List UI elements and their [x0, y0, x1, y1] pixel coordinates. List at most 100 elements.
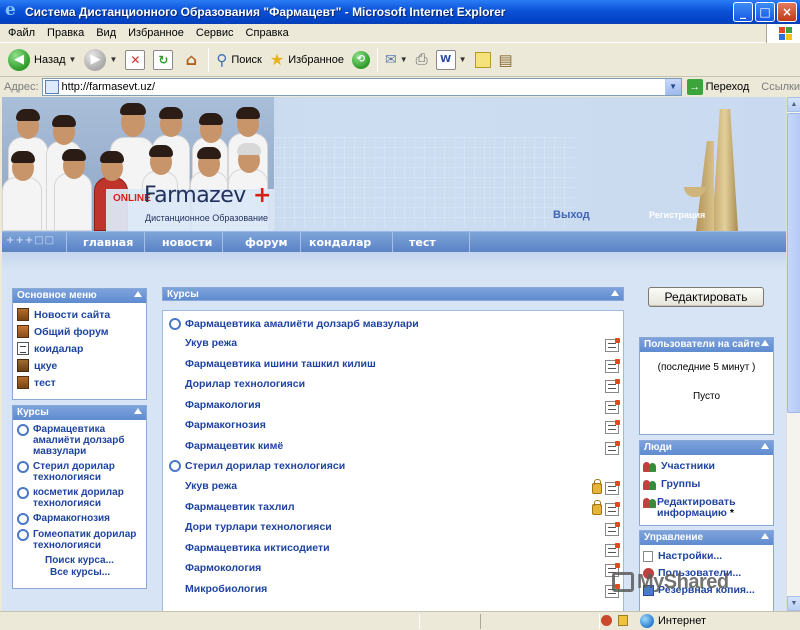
nav-test[interactable]: тест [392, 232, 470, 253]
course-link[interactable]: Фармакогнозия [17, 513, 144, 525]
go-arrow-icon: → [686, 79, 703, 95]
minimize-button[interactable]: _ [733, 2, 753, 22]
participants-link[interactable]: Участники [643, 461, 771, 473]
chevron-down-icon[interactable]: ▼ [69, 55, 77, 64]
maximize-button[interactable]: □ [755, 2, 775, 22]
toolbar: ◀ Назад ▼ ▶ ▼ ✕ ↻ ⌂ ⚲ Поиск ★ Избранное … [0, 43, 800, 77]
menu-view[interactable]: Вид [90, 27, 122, 39]
edit-icon[interactable] [605, 441, 620, 455]
privacy-icon[interactable] [601, 615, 612, 626]
window-title-bar[interactable]: Система Дистанционного Образования "Фарм… [0, 0, 800, 24]
home-button[interactable]: ⌂ [177, 46, 205, 74]
nav-guidelines[interactable]: кондалар [300, 232, 392, 253]
course-item[interactable]: Укув режа [185, 480, 237, 492]
forward-button[interactable]: ▶ ▼ [80, 46, 121, 74]
chevron-down-icon[interactable]: ▼ [109, 55, 117, 64]
collapse-icon[interactable] [761, 340, 769, 346]
course-item[interactable]: Фармакология [185, 399, 261, 411]
edit-icon[interactable] [605, 338, 620, 352]
groups-link[interactable]: Группы [643, 479, 771, 491]
links-button[interactable]: Ссылки [761, 81, 800, 93]
course-item[interactable]: Фармацевтика иктисодиети [185, 542, 330, 554]
chevron-down-icon[interactable]: ▼ [400, 55, 408, 64]
edit-icon[interactable] [605, 543, 620, 557]
register-link[interactable]: Регистрация [649, 210, 705, 220]
menu-link-news[interactable]: Новости сайта [17, 308, 146, 321]
scroll-thumb[interactable] [787, 113, 800, 413]
collapse-icon[interactable] [134, 291, 142, 297]
edit-icon[interactable] [605, 502, 620, 516]
close-button[interactable]: × [777, 2, 797, 22]
go-button[interactable]: → Переход [686, 79, 749, 95]
chevron-down-icon[interactable]: ▼ [664, 79, 681, 95]
chevron-down-icon[interactable]: ▼ [459, 55, 467, 64]
print-button[interactable]: ⎙ [412, 46, 432, 74]
scroll-down-icon[interactable]: ▼ [787, 596, 800, 611]
collapse-icon[interactable] [761, 443, 769, 449]
course-title[interactable]: Фармацевтика амалиёти долзарб мавзулари [169, 318, 419, 330]
menu-file[interactable]: Файл [2, 27, 41, 39]
menu-link-quiz[interactable]: цкуе [17, 359, 146, 372]
course-item[interactable]: Микробиология [185, 583, 267, 595]
edit-icon[interactable] [605, 379, 620, 393]
edit-button[interactable]: W ▼ [432, 46, 471, 74]
collapse-icon[interactable] [134, 408, 142, 414]
history-button[interactable]: ⟲ [348, 46, 374, 74]
course-item[interactable]: Укув режа [185, 337, 237, 349]
course-item[interactable]: Фармокология [185, 562, 261, 574]
edit-profile-link[interactable]: Редактировать информацию * [643, 497, 771, 519]
nav-news[interactable]: новости [144, 232, 222, 253]
menu-tools[interactable]: Сервис [190, 27, 240, 39]
settings-link[interactable]: Настройки... [643, 551, 771, 562]
address-box[interactable]: ▼ [41, 78, 682, 96]
course-link-label: Стерил дорилар технологияси [33, 461, 115, 483]
nav-forum[interactable]: форум [222, 232, 300, 253]
course-item[interactable]: Дори турлари технологияси [185, 521, 332, 533]
edit-icon[interactable] [605, 481, 620, 495]
notes-button[interactable] [471, 46, 495, 74]
search-course-link[interactable]: Поиск курса... [17, 555, 144, 566]
menu-edit[interactable]: Правка [41, 27, 90, 39]
course-icon [169, 318, 181, 330]
course-link[interactable]: Фармацевтика амалиёти долзарб мавзулари [17, 424, 144, 457]
menu-favorites[interactable]: Избранное [122, 27, 190, 39]
security-zone[interactable]: Интернет [640, 614, 706, 628]
course-link[interactable]: косметик дорилар технологияси [17, 487, 144, 509]
collapse-icon[interactable] [611, 290, 619, 296]
menu-link-test[interactable]: тест [17, 376, 146, 389]
edit-icon[interactable] [605, 420, 620, 434]
mail-button[interactable]: ✉ ▼ [381, 46, 412, 74]
edit-icon[interactable] [605, 359, 620, 373]
research-button[interactable]: ▤ [495, 46, 517, 74]
course-link[interactable]: Стерил дорилар технологияси [17, 461, 144, 483]
main-menu-title-text: Основное меню [17, 290, 97, 301]
course-item[interactable]: Фармацевтика ишини ташкил килиш [185, 358, 376, 370]
nav-home[interactable]: главная [66, 232, 144, 253]
edit-icon[interactable] [605, 400, 620, 414]
back-button[interactable]: ◀ Назад ▼ [4, 46, 80, 74]
all-courses-link[interactable]: Все курсы... [17, 567, 144, 578]
favorites-button[interactable]: ★ Избранное [266, 46, 348, 74]
course-link-label: Фармацевтика амалиёти долзарб мавзулари [33, 424, 125, 457]
menu-link-label: коидалар [34, 342, 84, 355]
refresh-button[interactable]: ↻ [149, 46, 177, 74]
vertical-scrollbar[interactable]: ▲ ▼ [786, 97, 800, 611]
edit-page-button[interactable]: Редактировать [648, 287, 764, 307]
logo-subtitle: Дистанционное Образование [145, 213, 269, 223]
course-title[interactable]: Стерил дорилар технологияси [169, 460, 345, 472]
course-item[interactable]: Фармацевтик тахлил [185, 501, 295, 513]
address-input[interactable] [61, 81, 662, 93]
menu-help[interactable]: Справка [240, 27, 295, 39]
exit-link[interactable]: Выход [553, 209, 590, 221]
menu-link-forum[interactable]: Общий форум [17, 325, 146, 338]
stop-button[interactable]: ✕ [121, 46, 149, 74]
course-link[interactable]: Гомеопатик дорилар технологияси [17, 529, 144, 551]
course-item[interactable]: Дорилар технологияси [185, 378, 305, 390]
collapse-icon[interactable] [761, 533, 769, 539]
search-button[interactable]: ⚲ Поиск [212, 46, 265, 74]
edit-icon[interactable] [605, 522, 620, 536]
scroll-up-icon[interactable]: ▲ [787, 97, 800, 112]
menu-link-guidelines[interactable]: коидалар [17, 342, 146, 355]
course-item[interactable]: Фармацевтик кимё [185, 440, 283, 452]
course-item[interactable]: Фармакогнозия [185, 419, 266, 431]
